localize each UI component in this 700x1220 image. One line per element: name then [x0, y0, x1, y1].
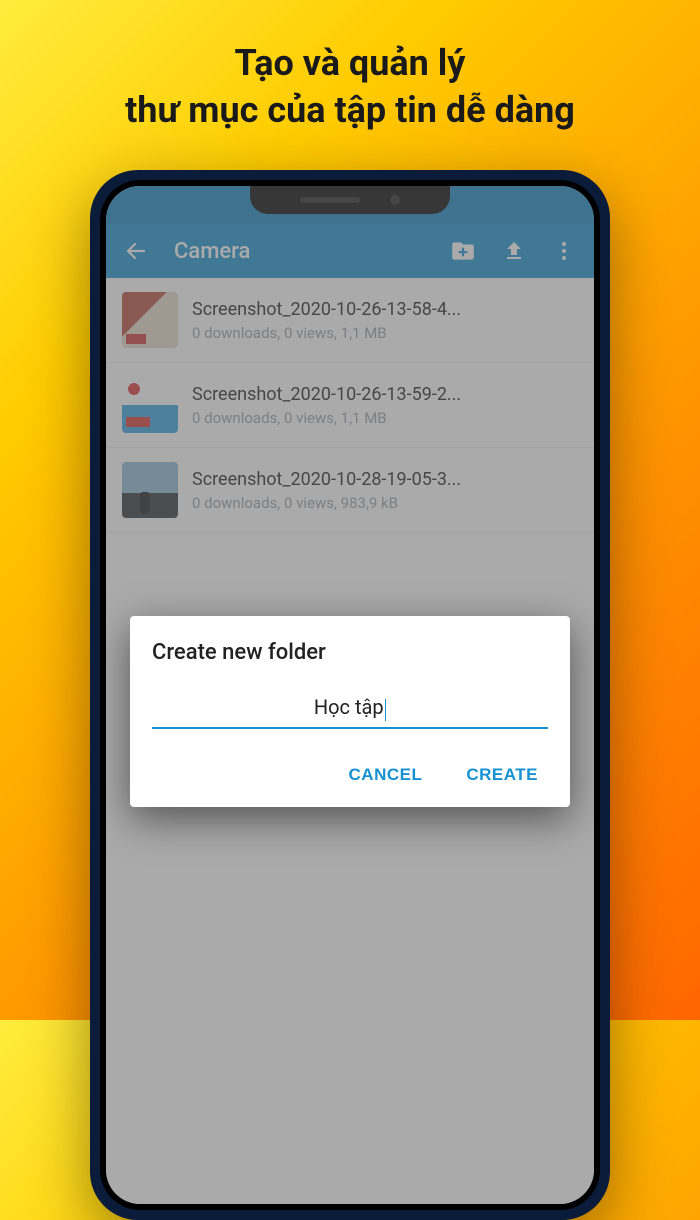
promo-line-1: Tạo và quản lý	[0, 40, 700, 87]
phone-inner: Camera Screenshot_2020-10-26-13-58-4... …	[100, 180, 600, 1210]
create-folder-dialog: Create new folder Học tập CANCEL CREATE	[130, 616, 570, 807]
promo-line-2: thư mục của tập tin dễ dàng	[0, 87, 700, 134]
phone-frame: Camera Screenshot_2020-10-26-13-58-4... …	[90, 170, 610, 1220]
text-cursor	[385, 699, 387, 721]
folder-name-input-wrap[interactable]: Học tập	[152, 695, 548, 729]
phone-screen: Camera Screenshot_2020-10-26-13-58-4... …	[106, 186, 594, 1204]
create-button[interactable]: CREATE	[462, 757, 542, 793]
dialog-actions: CANCEL CREATE	[152, 757, 548, 793]
folder-name-input[interactable]: Học tập	[314, 695, 384, 719]
dialog-title: Create new folder	[152, 640, 548, 665]
promo-headline: Tạo và quản lý thư mục của tập tin dễ dà…	[0, 0, 700, 134]
cancel-button[interactable]: CANCEL	[345, 757, 427, 793]
